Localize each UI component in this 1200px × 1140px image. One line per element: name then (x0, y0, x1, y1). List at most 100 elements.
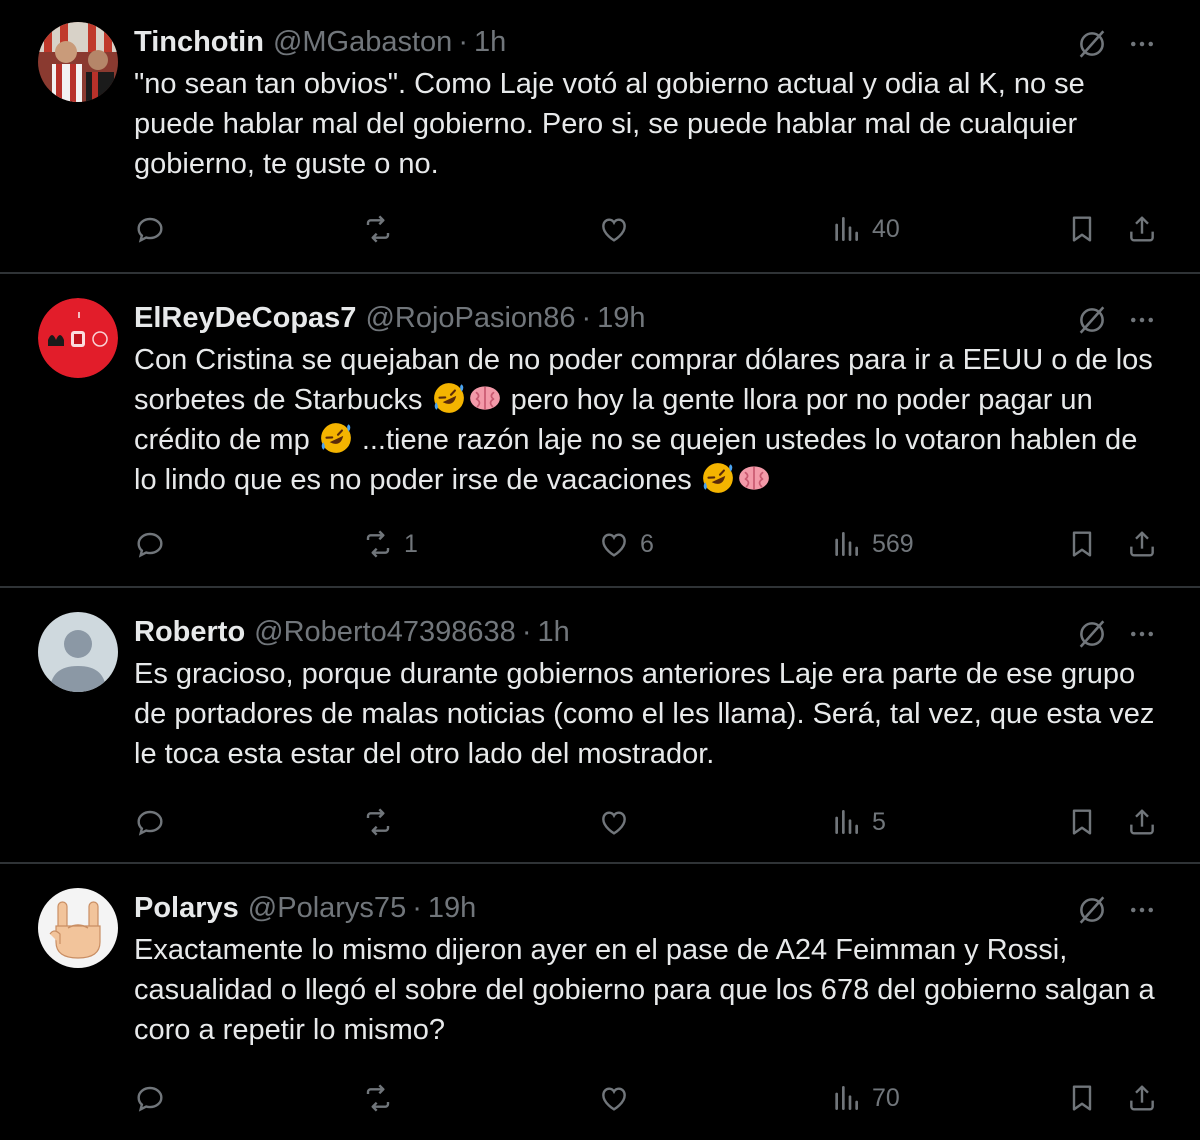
action-bar: 1 6 569 (134, 522, 1174, 566)
bookmark-icon (1072, 531, 1092, 557)
reply-icon (137, 810, 163, 836)
retweet-button[interactable]: 1 (362, 522, 418, 566)
tweet-header: Roberto @Roberto47398638 · 1h (134, 614, 570, 650)
display-name[interactable]: Polarys (134, 892, 239, 925)
reply-button[interactable] (134, 522, 166, 566)
timestamp[interactable]: 1h (474, 26, 506, 59)
share-button[interactable] (1126, 207, 1158, 251)
view-count: 40 (872, 214, 900, 243)
retweet-button[interactable] (362, 207, 404, 251)
user-handle[interactable]: @Roberto47398638 (254, 616, 516, 649)
tweet-header: Polarys @Polarys75 · 19h (134, 890, 476, 926)
reply-button[interactable] (134, 207, 166, 251)
bookmark-icon (1072, 809, 1092, 835)
retweet-icon (366, 808, 390, 836)
timestamp[interactable]: 19h (597, 302, 645, 335)
like-count: 6 (640, 529, 654, 558)
retweet-icon (366, 530, 390, 558)
bookmark-icon (1072, 1085, 1092, 1111)
more-icon[interactable] (1124, 26, 1160, 62)
tweet-text: Es gracioso, porque durante gobiernos an… (134, 658, 1163, 770)
separator-dot: · (458, 25, 468, 58)
action-bar: 5 (134, 800, 1174, 844)
heart-icon (602, 533, 626, 557)
bookmark-button[interactable] (1066, 1076, 1098, 1120)
more-icon[interactable] (1124, 892, 1160, 928)
separator-dot: · (521, 615, 532, 648)
reply-icon (137, 1086, 163, 1112)
more-icon[interactable] (1124, 616, 1160, 652)
reply-button[interactable] (134, 1076, 166, 1120)
avatar[interactable] (38, 22, 118, 102)
tweet[interactable]: Tinchotin @MGabaston · 1h "no sean tan o… (0, 0, 1200, 274)
reply-icon (137, 532, 163, 558)
grok-icon[interactable] (1074, 616, 1110, 652)
bookmark-button[interactable] (1066, 207, 1098, 251)
timestamp[interactable]: 1h (537, 616, 569, 649)
retweet-icon (366, 215, 390, 243)
retweet-button[interactable] (362, 800, 404, 844)
views-button[interactable]: 70 (830, 1076, 900, 1120)
avatar-image (38, 22, 118, 102)
share-button[interactable] (1126, 800, 1158, 844)
default-avatar-icon (38, 612, 118, 692)
grok-icon[interactable] (1074, 26, 1110, 62)
brain-emoji (739, 466, 769, 490)
action-bar: 70 (134, 1076, 1174, 1120)
reply-button[interactable] (134, 800, 166, 844)
views-button[interactable]: 40 (830, 207, 900, 251)
views-icon (835, 1086, 858, 1110)
retweet-icon (366, 1084, 390, 1112)
bookmark-icon (1072, 216, 1092, 242)
heart-icon (602, 811, 626, 835)
more-icon[interactable] (1124, 302, 1160, 338)
tweet-text: Con Cristina se quejaban de no poder com… (134, 340, 1164, 500)
views-icon (835, 810, 858, 834)
separator-dot: · (581, 301, 592, 334)
like-button[interactable] (598, 207, 640, 251)
views-button[interactable]: 5 (830, 800, 886, 844)
rock-hand-avatar-icon (38, 888, 118, 968)
action-bar: 40 (134, 207, 1174, 251)
share-icon (1130, 216, 1154, 242)
bookmark-button[interactable] (1066, 800, 1098, 844)
share-button[interactable] (1126, 522, 1158, 566)
heart-icon (602, 218, 626, 242)
views-icon (835, 217, 858, 241)
avatar[interactable] (38, 298, 118, 378)
like-button[interactable] (598, 1076, 640, 1120)
share-icon (1130, 1085, 1154, 1111)
reply-icon (137, 217, 163, 243)
user-handle[interactable]: @Polarys75 (248, 892, 406, 925)
like-button[interactable] (598, 800, 640, 844)
share-button[interactable] (1126, 1076, 1158, 1120)
separator-dot: · (412, 891, 422, 924)
display-name[interactable]: Tinchotin (134, 26, 264, 59)
retweet-button[interactable] (362, 1076, 404, 1120)
user-handle[interactable]: @MGabaston (273, 26, 452, 59)
tweet[interactable]: ElReyDeCopas7 @RojoPasion86 · 19h Con Cr… (0, 276, 1200, 588)
user-handle[interactable]: @RojoPasion86 (365, 302, 575, 335)
tweet[interactable]: Polarys @Polarys75 · 19h Exactamente lo … (0, 866, 1200, 1140)
display-name[interactable]: Roberto (134, 616, 245, 649)
tweet[interactable]: Roberto @Roberto47398638 · 1h Es gracios… (0, 590, 1200, 864)
views-icon (835, 532, 858, 556)
like-button[interactable]: 6 (598, 522, 654, 566)
share-icon (1130, 531, 1154, 557)
avatar[interactable] (38, 612, 118, 692)
grok-icon[interactable] (1074, 302, 1110, 338)
bookmark-button[interactable] (1066, 522, 1098, 566)
tweet-header: ElReyDeCopas7 @RojoPasion86 · 19h (134, 300, 646, 336)
rolling-on-floor-laughing-emoji (433, 383, 464, 413)
rolling-on-floor-laughing-emoji (703, 463, 733, 493)
grok-icon[interactable] (1074, 892, 1110, 928)
timestamp[interactable]: 19h (428, 892, 476, 925)
views-button[interactable]: 569 (830, 522, 914, 566)
avatar-image (38, 298, 118, 378)
heart-icon (602, 1087, 626, 1111)
avatar[interactable] (38, 888, 118, 968)
view-count: 5 (872, 807, 886, 836)
display-name[interactable]: ElReyDeCopas7 (134, 302, 356, 335)
view-count: 70 (872, 1083, 900, 1112)
rolling-on-floor-laughing-emoji (320, 423, 351, 453)
